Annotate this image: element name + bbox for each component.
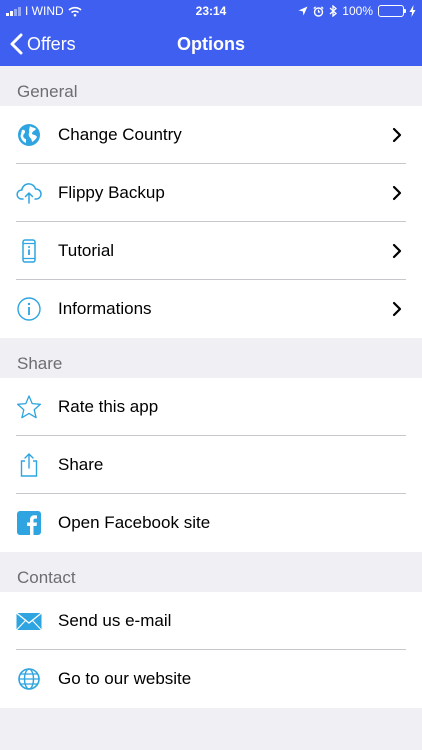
row-tutorial[interactable]: Tutorial [0,222,422,280]
cloud-upload-icon [16,183,42,204]
row-share[interactable]: Share [0,436,422,494]
row-label: Go to our website [58,669,192,688]
row-label: Informations [58,299,152,318]
row-label: Open Facebook site [58,513,211,532]
row-website[interactable]: Go to our website [0,650,422,708]
row-flippy-backup[interactable]: Flippy Backup [0,164,422,222]
envelope-icon [16,612,42,631]
battery-percent: 100% [342,4,373,18]
charging-icon [409,5,416,17]
phone-info-icon [22,239,36,263]
row-send-email[interactable]: Send us e-mail [0,592,422,650]
battery-icon [378,5,406,17]
chevron-right-icon [392,301,402,317]
globe-icon [18,124,40,146]
row-informations[interactable]: Informations [0,280,422,338]
status-bar: I WIND 23:14 100% [0,0,422,22]
row-label: Share [58,455,104,474]
chevron-right-icon [392,185,402,201]
share-icon [20,453,38,477]
star-icon [16,395,42,419]
row-label: Tutorial [58,241,115,260]
bluetooth-icon [329,5,338,17]
back-button[interactable]: Offers [10,22,76,66]
status-right: 100% [298,4,416,18]
web-globe-icon [18,668,40,690]
location-arrow-icon [298,6,308,16]
chevron-right-icon [392,243,402,259]
chevron-right-icon [392,127,402,143]
section-header-share: Share [17,354,63,373]
group-share: Rate this app Share Open Facebook site [0,378,422,552]
section-header-general: General [17,82,78,101]
row-label: Send us e-mail [58,611,172,630]
navigation-bar: Offers Options [0,22,422,66]
section-header-contact: Contact [17,568,76,587]
chevron-left-icon [10,33,23,55]
row-label: Flippy Backup [58,183,165,202]
facebook-icon [17,511,41,535]
row-label: Change Country [58,125,182,144]
row-facebook[interactable]: Open Facebook site [0,494,422,552]
row-change-country[interactable]: Change Country [0,106,422,164]
group-contact: Send us e-mail Go to our website [0,592,422,708]
group-general: Change Country Flippy Backup Tutorial In… [0,106,422,338]
back-button-label: Offers [27,33,76,54]
alarm-icon [313,5,324,17]
row-label: Rate this app [58,397,159,416]
row-rate-app[interactable]: Rate this app [0,378,422,436]
info-icon [17,297,41,321]
